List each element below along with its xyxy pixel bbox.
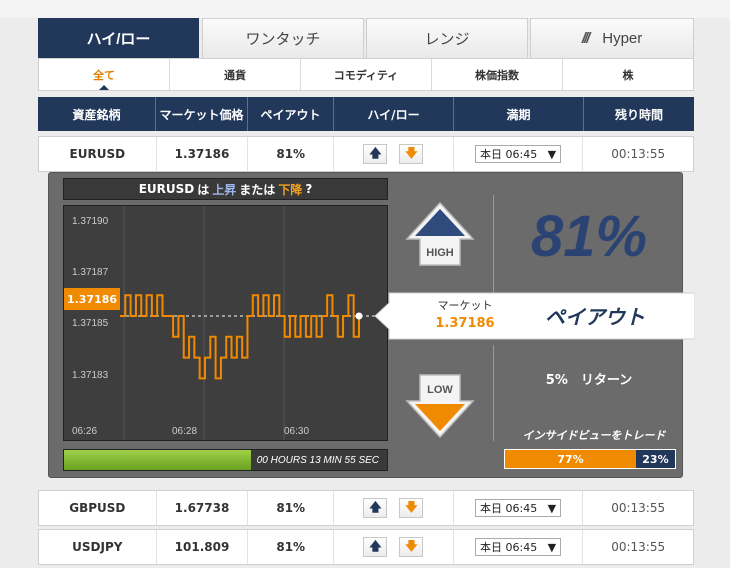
divider: [493, 345, 494, 441]
expiry-select[interactable]: 本日 06:45 ▼: [475, 145, 562, 163]
category-stock[interactable]: 株: [563, 59, 693, 90]
high-ratio: 77%: [505, 450, 636, 468]
time-remaining: 00:13:55: [611, 501, 666, 515]
table-header: 資産銘柄 マーケット価格 ペイアウト ハイ/ロー 満期 残り時間: [38, 97, 694, 131]
expiry-select[interactable]: 本日 06:45 ▼: [475, 538, 562, 556]
header-remaining: 残り時間: [614, 107, 663, 122]
arrow-up-icon[interactable]: 🡅: [363, 144, 388, 164]
highlow-buttons: 🡅 🡇: [334, 137, 454, 171]
return-text: 5% リターン: [545, 373, 633, 388]
chevron-down-icon: ▼: [547, 501, 557, 515]
panel-title: EURUSD は 上昇 または 下降 ?: [63, 178, 388, 200]
asset-name: USDJPY: [39, 530, 157, 564]
table-row[interactable]: EURUSD 1.37186 81% 🡅 🡇 本日 06:45 ▼ 00:13:5…: [38, 136, 694, 172]
x-tick: 06:28: [172, 426, 198, 437]
countdown-text: 00 HOURS 13 MIN 55 SEC: [256, 454, 379, 466]
y-tick: 1.37187: [72, 267, 109, 278]
price-chart: 1.37190 1.37187 1.37185 1.37183 06:26 06…: [63, 205, 388, 441]
category-commodity[interactable]: コモディティ: [301, 59, 432, 90]
category-currency[interactable]: 通貨: [170, 59, 301, 90]
category-filter: 全て 通貨 コモディティ 株価指数 株: [38, 58, 694, 91]
header-payout: ペイアウト: [248, 97, 334, 131]
expiry-cell: 本日 06:45 ▼: [454, 137, 584, 171]
current-price-label: 1.37186: [64, 288, 120, 310]
low-button[interactable]: LOW: [405, 369, 475, 439]
payout-value: 81%: [248, 491, 335, 525]
payout-label: ペイアウト: [545, 305, 645, 329]
header-price: マーケット価格: [156, 97, 248, 131]
product-tabs: ハイ/ロー ワンタッチ レンジ /// Hyper: [38, 18, 694, 58]
price-chart-svg: [120, 206, 387, 440]
payout-value: 81%: [248, 137, 335, 171]
category-all[interactable]: 全て: [39, 59, 170, 90]
header-expiry: 満期: [454, 97, 584, 131]
time-remaining: 00:13:55: [611, 540, 666, 554]
sentiment-bar: 77% 23%: [504, 449, 676, 469]
highlow-buttons: 🡅 🡇: [334, 491, 454, 525]
tab-highlow[interactable]: ハイ/ロー: [38, 18, 199, 58]
y-tick: 1.37190: [72, 216, 109, 227]
chevron-down-icon: ▼: [547, 147, 557, 161]
market-label: マーケット: [437, 299, 493, 312]
countdown-bar: 00 HOURS 13 MIN 55 SEC: [63, 449, 388, 471]
y-tick: 1.37185: [72, 318, 109, 329]
tab-range[interactable]: レンジ: [366, 18, 528, 58]
price-series-line: [120, 294, 360, 380]
inside-view-link[interactable]: インサイドビューをトレード: [504, 427, 684, 443]
countdown-fill: [64, 450, 252, 470]
time-remaining: 00:13:55: [611, 147, 666, 161]
market-callout: マーケット 1.37186 ペイアウト: [375, 291, 695, 341]
tab-onetouch[interactable]: ワンタッチ: [202, 18, 364, 58]
tab-hyper[interactable]: /// Hyper: [530, 18, 694, 58]
highlow-buttons: 🡅 🡇: [334, 530, 454, 564]
triple-slash-icon: ///: [581, 30, 590, 47]
x-tick: 06:30: [284, 426, 310, 437]
arrow-down-icon[interactable]: 🡇: [399, 498, 424, 518]
expiry-cell: 本日 06:45 ▼: [454, 491, 584, 525]
low-label: LOW: [427, 384, 453, 396]
payout-percentage: 81%: [530, 204, 648, 269]
high-label: HIGH: [426, 247, 454, 259]
chevron-down-icon: ▼: [547, 540, 557, 554]
arrow-up-icon[interactable]: 🡅: [363, 498, 388, 518]
market-price: 1.37186: [157, 137, 249, 171]
category-index[interactable]: 株価指数: [432, 59, 563, 90]
payout-value: 81%: [248, 530, 335, 564]
table-row[interactable]: USDJPY 101.809 81% 🡅 🡇 本日 06:45 ▼ 00:13:5…: [38, 529, 694, 565]
header-highlow: ハイ/ロー: [334, 97, 454, 131]
y-tick: 1.37183: [72, 370, 109, 381]
asset-name: EURUSD: [39, 137, 157, 171]
asset-name: GBPUSD: [39, 491, 157, 525]
trade-panel: EURUSD は 上昇 または 下降 ? 1.37190 1.37187 1.3…: [48, 172, 695, 478]
arrow-up-icon[interactable]: 🡅: [363, 537, 388, 557]
market-value: 1.37186: [435, 316, 495, 331]
table-row[interactable]: GBPUSD 1.67738 81% 🡅 🡇 本日 06:45 ▼ 00:13:5…: [38, 490, 694, 526]
market-price: 101.809: [157, 530, 249, 564]
header-asset: 資産銘柄: [38, 97, 156, 131]
low-ratio: 23%: [635, 450, 675, 468]
expiry-cell: 本日 06:45 ▼: [454, 530, 584, 564]
divider: [493, 195, 494, 295]
expiry-select[interactable]: 本日 06:45 ▼: [475, 499, 562, 517]
current-price-dot: [355, 312, 363, 320]
market-price: 1.67738: [157, 491, 249, 525]
arrow-down-icon[interactable]: 🡇: [399, 144, 424, 164]
arrow-down-icon[interactable]: 🡇: [399, 537, 424, 557]
high-button[interactable]: HIGH: [405, 201, 475, 271]
x-tick: 06:26: [72, 426, 98, 437]
top-band: [0, 0, 730, 18]
